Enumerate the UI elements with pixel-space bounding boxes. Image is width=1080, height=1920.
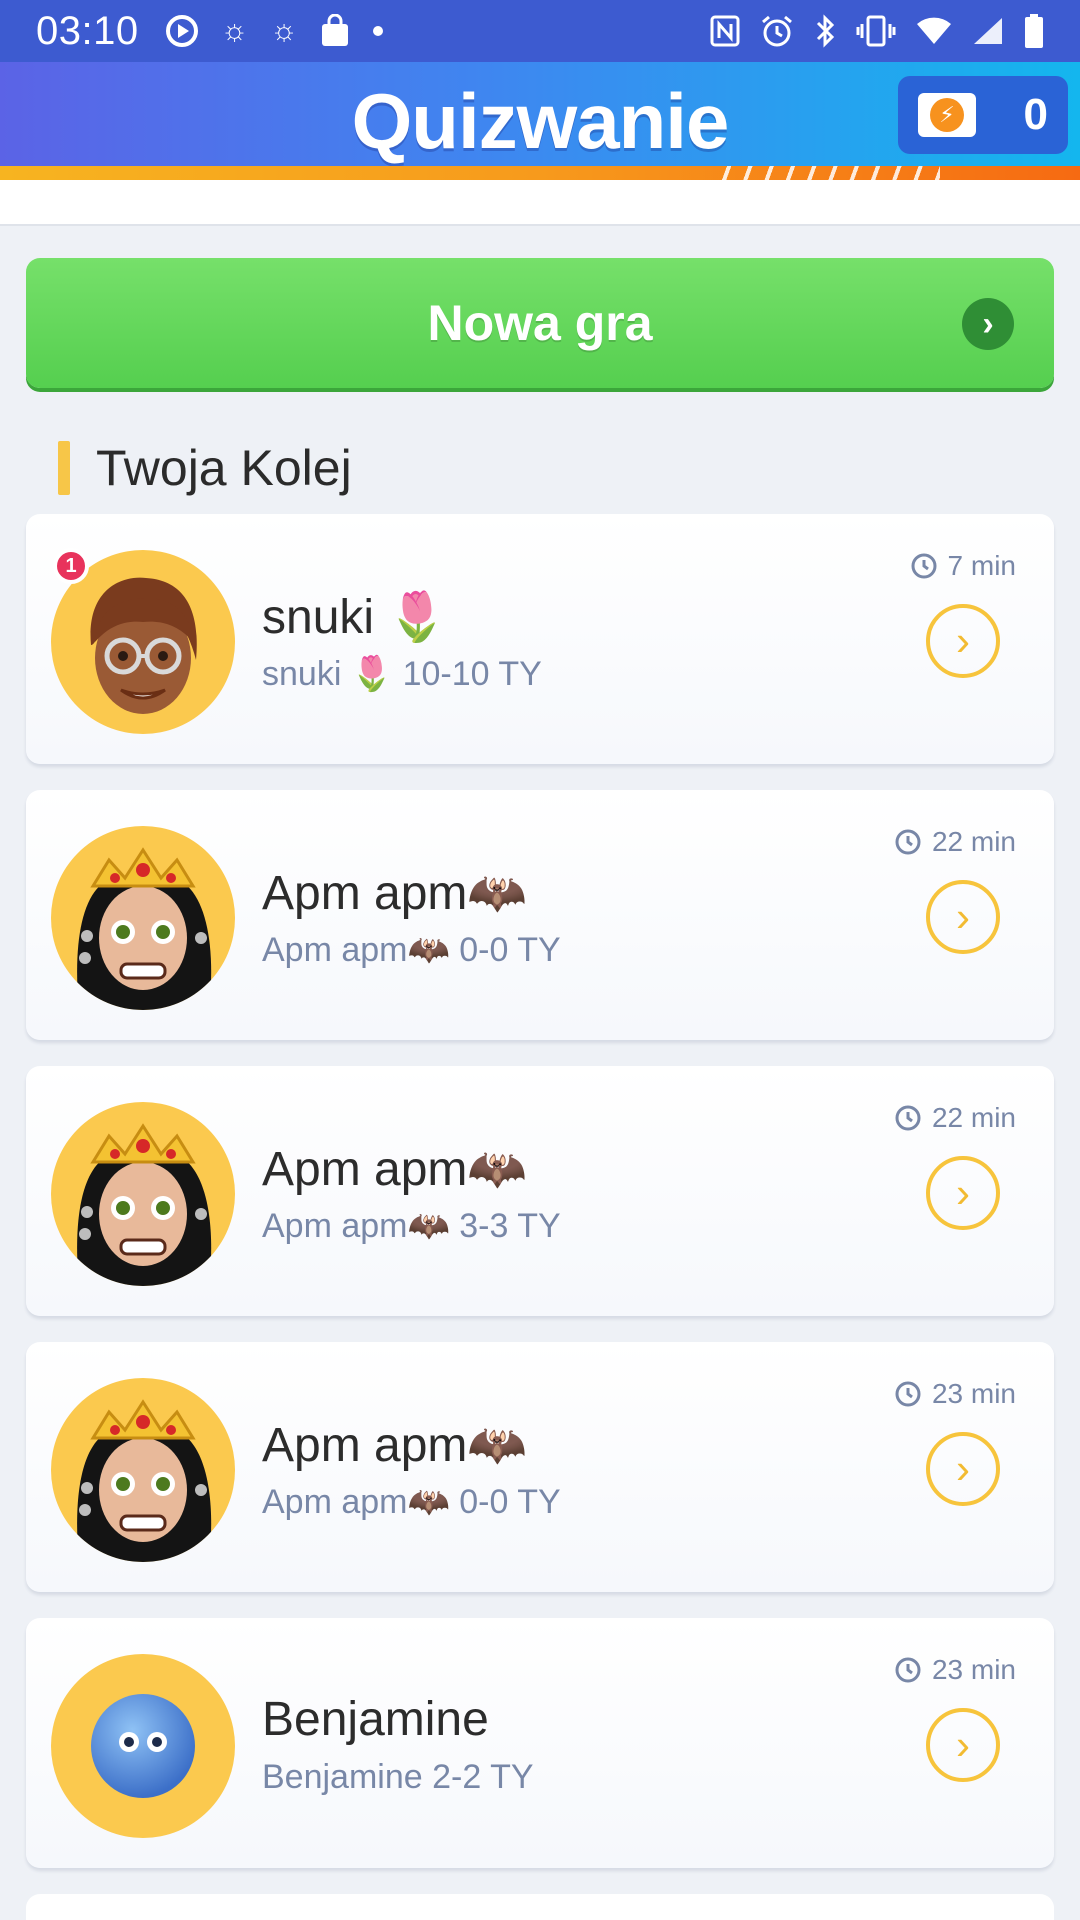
- clock-icon: [911, 553, 937, 579]
- clock-icon: [895, 1105, 921, 1131]
- brightness-icon: ☼: [270, 14, 298, 47]
- game-card[interactable]: Benjamine Benjamine 2-2 TY 23 min ›: [26, 1618, 1054, 1868]
- game-score: Apm apm🦇 3-3 TY: [262, 1207, 561, 1245]
- app-header: Quizwanie ⚡ 0: [0, 62, 1080, 166]
- opponent-name: Apm apm🦇: [262, 867, 528, 920]
- section-accent-bar: [58, 441, 70, 495]
- vibrate-icon: [856, 14, 896, 48]
- status-time: 03:10: [36, 8, 139, 53]
- game-time-label: 23 min: [931, 1378, 1016, 1409]
- game-time-label: 7 min: [947, 550, 1016, 581]
- game-time-label: 22 min: [931, 826, 1016, 857]
- new-game-label: Nowa gra: [427, 295, 653, 351]
- coin-count: 0: [1023, 90, 1048, 139]
- clock-icon: [895, 1381, 921, 1407]
- chevron-right-icon: ›: [962, 298, 1014, 350]
- opponent-name: Benjamine: [262, 1693, 489, 1746]
- brightness-icon: ☼: [220, 14, 249, 47]
- clock-icon: [895, 1657, 921, 1683]
- game-card[interactable]: 1 snuki 🌷 snuki 🌷 10-10 TY 7 min ›: [26, 514, 1054, 764]
- chevron-right-icon[interactable]: ›: [926, 1156, 1000, 1230]
- shopping-bag-icon: [320, 14, 350, 48]
- game-time: 7 min: [910, 550, 1016, 582]
- game-score: Apm apm🦇 0-0 TY: [262, 931, 561, 969]
- crowned-face-avatar: [51, 1102, 235, 1286]
- notification-badge: 1: [53, 548, 89, 584]
- game-card-partial[interactable]: [26, 1894, 1054, 1920]
- chevron-right-icon[interactable]: ›: [926, 604, 1000, 678]
- alarm-icon: [760, 14, 794, 48]
- game-time-label: 22 min: [931, 1102, 1016, 1133]
- chevron-right-icon[interactable]: ›: [926, 880, 1000, 954]
- ticket-icon: ⚡: [918, 93, 976, 137]
- bluetooth-icon: [814, 14, 836, 48]
- game-time: 23 min: [894, 1654, 1016, 1686]
- chevron-right-icon[interactable]: ›: [926, 1708, 1000, 1782]
- opponent-name: Apm apm🦇: [262, 1419, 528, 1472]
- opponent-name: snuki 🌷: [262, 591, 448, 644]
- game-score: Apm apm🦇 0-0 TY: [262, 1483, 561, 1521]
- status-left-icons: ☼ ☼: [165, 14, 384, 48]
- game-card[interactable]: Apm apm🦇 Apm apm🦇 0-0 TY 22 min ›: [26, 790, 1054, 1040]
- game-card[interactable]: Apm apm🦇 Apm apm🦇 3-3 TY 22 min ›: [26, 1066, 1054, 1316]
- dot-icon: [372, 25, 384, 37]
- coin-balance-button[interactable]: ⚡ 0: [898, 76, 1068, 154]
- game-time: 22 min: [894, 826, 1016, 858]
- header-stripe-pattern: [710, 166, 940, 180]
- game-time-label: 23 min: [931, 1654, 1016, 1685]
- game-time: 22 min: [894, 1102, 1016, 1134]
- chevron-right-icon[interactable]: ›: [926, 1432, 1000, 1506]
- game-score: Benjamine 2-2 TY: [262, 1758, 534, 1796]
- new-game-button[interactable]: Nowa gra ›: [26, 258, 1054, 388]
- section-header: Twoja Kolej: [58, 438, 352, 498]
- clock-icon: [895, 829, 921, 855]
- status-right-icons: [710, 13, 1044, 49]
- game-score: snuki 🌷 10-10 TY: [262, 655, 542, 693]
- game-time: 23 min: [894, 1378, 1016, 1410]
- game-card[interactable]: Apm apm🦇 Apm apm🦇 0-0 TY 23 min ›: [26, 1342, 1054, 1592]
- signal-icon: [972, 16, 1004, 46]
- opponent-name: Apm apm🦇: [262, 1143, 528, 1196]
- wifi-icon: [916, 16, 952, 46]
- crowned-face-avatar: [51, 826, 235, 1010]
- play-circle-icon: [165, 14, 199, 48]
- sub-header-bar: [0, 180, 1080, 226]
- status-bar: 03:10 ☼ ☼: [0, 0, 1080, 62]
- crowned-face-avatar: [51, 1378, 235, 1562]
- section-title: Twoja Kolej: [96, 440, 352, 496]
- blue-ball-avatar: [51, 1654, 235, 1838]
- nfc-icon: [710, 15, 740, 47]
- battery-icon: [1024, 13, 1044, 49]
